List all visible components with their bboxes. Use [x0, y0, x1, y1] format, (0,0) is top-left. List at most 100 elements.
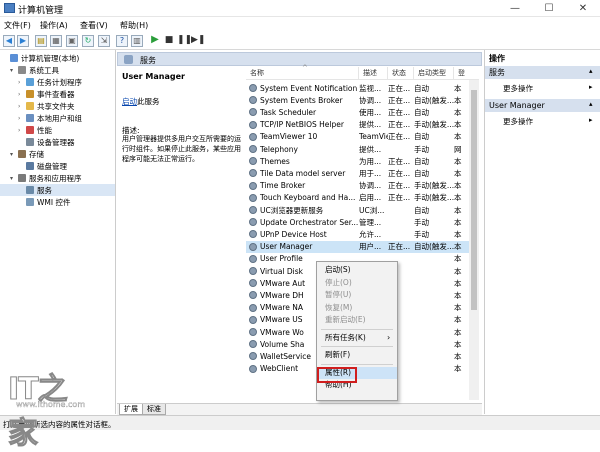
expand-arrow-icon[interactable]: ▾ [10, 67, 16, 74]
service-name: VMware US [260, 315, 303, 325]
service-name-cell: Telephony [246, 145, 359, 154]
service-name: User Profile [260, 254, 303, 264]
up-folder-icon[interactable]: ▤ [35, 35, 47, 47]
service-gear-icon [249, 303, 257, 312]
service-row[interactable]: System Event Notification ... 监视... 正在... 自… [246, 82, 479, 94]
tree-item[interactable]: ▾ 存储 [0, 148, 115, 160]
tree-item[interactable]: › 本地用户和组 [0, 112, 115, 124]
expand-arrow-icon[interactable]: › [18, 115, 24, 122]
close-button[interactable]: ✕ [566, 0, 600, 17]
expand-arrow-icon[interactable]: ▾ [10, 151, 16, 158]
service-name: UPnP Device Host [260, 229, 327, 239]
scrollbar-thumb[interactable] [471, 90, 477, 310]
service-description: 用户... [359, 242, 382, 252]
actions-more-services[interactable]: 更多操作 [503, 83, 533, 94]
actions-group-user-manager[interactable]: User Manager [485, 99, 600, 112]
expand-arrow-icon[interactable]: ▾ [10, 175, 16, 182]
tree-item[interactable]: › 任务计划程序 [0, 76, 115, 88]
menu-bar: 文件(F) 操作(A) 查看(V) 帮助(H) [0, 18, 600, 32]
expand-arrow-icon[interactable]: › [18, 103, 24, 110]
context-menu-item[interactable]: 重新启动(E) [317, 314, 397, 327]
start-service-icon[interactable]: ▶ [149, 35, 161, 47]
tree-item[interactable]: ▾ 服务和应用程序 [0, 172, 115, 184]
service-row[interactable]: System Events Broker 协调... 正在... 自动(触发... 本 [246, 94, 479, 106]
service-description: 允许... [359, 229, 382, 239]
menu-view[interactable]: 查看(V) [80, 20, 108, 31]
service-name: Themes [260, 156, 290, 166]
column-description[interactable]: 描述 [359, 67, 388, 80]
actions-more-user-manager[interactable]: 更多操作 [503, 116, 533, 127]
service-row[interactable]: Task Scheduler 使用... 正在... 自动本 [246, 106, 479, 118]
view-icon[interactable]: ▥ [131, 35, 143, 47]
tree-item[interactable]: 服务 [0, 184, 115, 196]
maximize-button[interactable]: ☐ [532, 0, 566, 17]
back-icon[interactable]: ◀ [3, 35, 15, 47]
service-row[interactable]: Update Orchestrator Ser... 管理... 手动本 [246, 216, 479, 228]
actions-group-services[interactable]: 服务 [485, 66, 600, 79]
menu-action[interactable]: 操作(A) [40, 20, 68, 31]
expand-arrow-icon[interactable]: › [18, 127, 24, 134]
tree-item[interactable]: › 共享文件夹 [0, 100, 115, 112]
watermark-url: www.ithome.com [16, 400, 86, 409]
show-tree-icon[interactable]: ▦ [50, 35, 62, 47]
tree-item-label: 性能 [37, 125, 52, 135]
export-icon[interactable]: ⇲ [98, 35, 110, 47]
service-description: 监视... [359, 83, 382, 93]
service-name: VMware DH [260, 290, 304, 300]
actions-header: 操作 [489, 54, 505, 63]
service-row[interactable]: UPnP Device Host 允许... 手动本 [246, 228, 479, 240]
service-row[interactable]: TeamViewer 10TeamViewer ...正在...自动本 [246, 131, 479, 143]
context-menu-item[interactable]: 停止(O) [317, 277, 397, 290]
tree-item[interactable]: ▾ 系统工具 [0, 64, 115, 76]
tree-item[interactable]: 计算机管理(本地) [0, 52, 115, 64]
pause-service-icon[interactable]: ❚❚ [177, 35, 192, 47]
service-row[interactable]: Telephony 提供... 手动网 [246, 143, 479, 155]
minimize-button[interactable]: — [498, 0, 532, 17]
menu-help[interactable]: 帮助(H) [120, 20, 148, 31]
forward-icon[interactable]: ▶ [17, 35, 29, 47]
collapse-arrow-icon[interactable]: ▴ [589, 67, 593, 75]
context-menu-item[interactable]: 刷新(F) [317, 349, 397, 362]
expand-arrow-icon[interactable]: › [18, 91, 24, 98]
service-description: 协调... [359, 95, 382, 105]
title-bar: 计算机管理 — ☐ ✕ [0, 0, 600, 17]
service-row[interactable]: Themes 为用... 正在... 自动本 [246, 155, 479, 167]
expand-arrow-icon[interactable]: › [18, 79, 24, 86]
properties-icon[interactable]: ▣ [66, 35, 78, 47]
list-scrollbar[interactable] [469, 80, 479, 400]
tree-item[interactable]: › 事件查看器 [0, 88, 115, 100]
tree-item[interactable]: 设备管理器 [0, 136, 115, 148]
tab-extended[interactable]: 扩展 [119, 404, 143, 415]
service-row[interactable]: Touch Keyboard and Ha... 启用... 正在... 手动(触发.… [246, 192, 479, 204]
service-row[interactable]: Tile Data model server 用于... 正在... 自动本 [246, 167, 479, 179]
menu-file[interactable]: 文件(F) [4, 20, 31, 31]
services-icon [124, 55, 133, 64]
context-menu-item[interactable]: 暂停(U) [317, 289, 397, 302]
submenu-arrow-icon: › [387, 332, 391, 342]
service-status: 正在... [388, 132, 411, 142]
service-row[interactable]: UC浏览器更新服务 UC浏... 自动本 [246, 204, 479, 216]
service-row[interactable]: Time Broker 协调... 正在... 手动(触发... 本 [246, 180, 479, 192]
service-row[interactable]: TCP/IP NetBIOS Helper 提供... 正在... 手动(触发... 本 [246, 119, 479, 131]
context-menu-item[interactable]: 恢复(M) [317, 302, 397, 315]
column-startup-type[interactable]: 启动类型 [414, 67, 454, 80]
service-startup-type: 自动 [414, 132, 429, 142]
services-header-title: 服务 [140, 56, 156, 65]
restart-service-icon[interactable]: ▶❚ [191, 35, 205, 47]
stop-service-icon[interactable]: ■ [163, 35, 175, 47]
column-status[interactable]: 状态 [388, 67, 414, 80]
tree-item[interactable]: › 性能 [0, 124, 115, 136]
column-logon[interactable]: 登 [454, 67, 479, 80]
collapse-arrow-icon[interactable]: ▴ [589, 100, 593, 108]
tree-item[interactable]: WMI 控件 [0, 196, 115, 208]
service-row[interactable]: User Manager 用户... 正在... 自动(触发... 本 [246, 240, 479, 253]
tree-item-label: 共享文件夹 [37, 101, 75, 111]
service-status: 正在... [388, 242, 411, 252]
tab-standard[interactable]: 标准 [142, 404, 166, 415]
start-service-link[interactable]: 启动 [122, 97, 137, 106]
context-menu-item[interactable]: 所有任务(K) [317, 332, 397, 345]
context-menu-item[interactable]: 启动(S) [317, 264, 397, 277]
tree-item[interactable]: 磁盘管理 [0, 160, 115, 172]
help-icon[interactable]: ? [116, 35, 128, 47]
refresh-icon[interactable]: ↻ [82, 35, 94, 47]
